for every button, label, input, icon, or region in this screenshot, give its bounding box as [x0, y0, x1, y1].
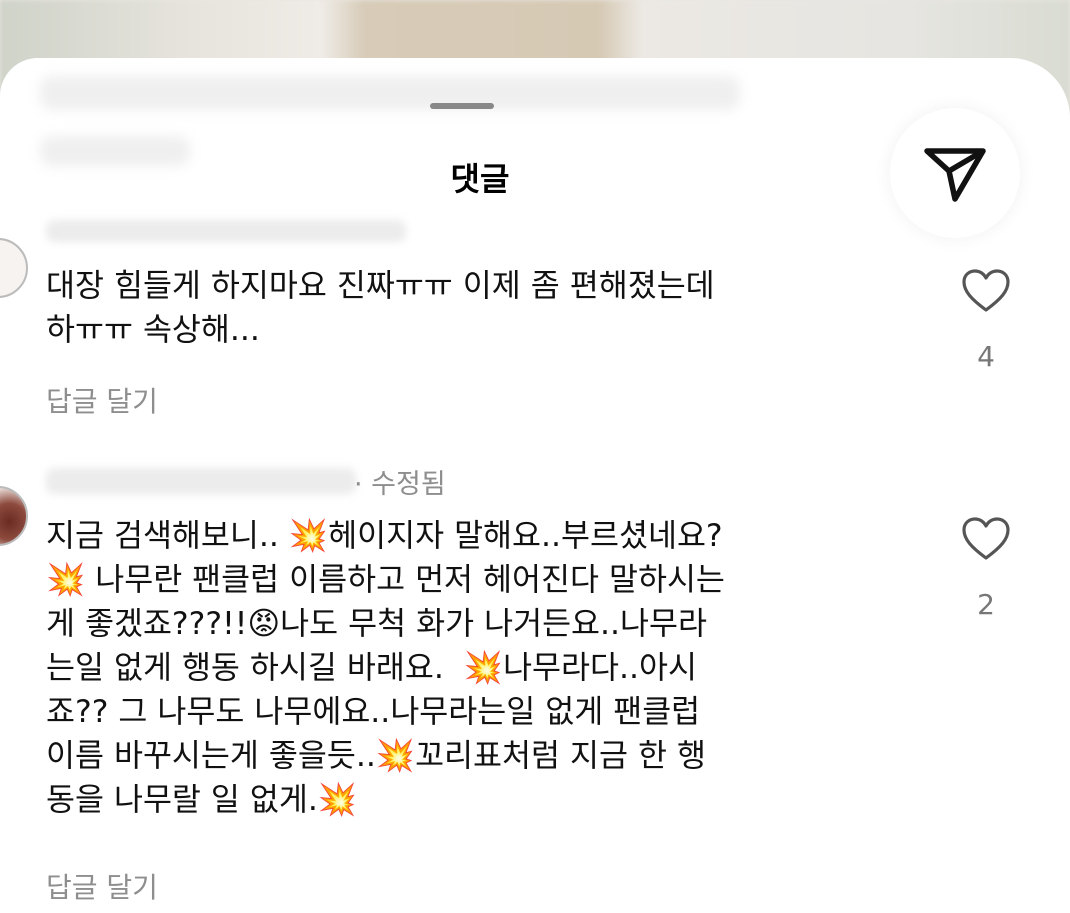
username-blurred[interactable] [46, 220, 406, 242]
edited-label: · 수정됨 [354, 469, 446, 500]
like-button[interactable] [960, 516, 1012, 566]
comment-text: 지금 검색해보니.. 💥헤이지자 말해요..부르셨네요? 💥 나무란 팬클럽 이… [46, 518, 725, 818]
like-count: 2 [977, 588, 995, 621]
username-blurred[interactable] [46, 468, 356, 494]
blurred-caption-line [40, 76, 740, 110]
reply-button[interactable]: 답글 달기 [46, 380, 158, 420]
avatar[interactable] [0, 238, 28, 298]
comment-text: 대장 힘들게 하지마요 진짜ㅠㅠ 이제 좀 편해졌는데 하ㅠㅠ 속상해... [46, 268, 715, 348]
share-button[interactable] [890, 108, 1020, 238]
avatar[interactable] [0, 486, 28, 546]
drag-handle[interactable] [430, 103, 494, 109]
reply-button[interactable]: 답글 달기 [46, 866, 158, 906]
heart-icon [962, 517, 1010, 560]
like-button[interactable] [960, 268, 1012, 318]
heart-icon [962, 269, 1010, 312]
like-count: 4 [977, 340, 995, 373]
comments-sheet: 댓글 대장 힘들게 하지마요 진짜ㅠㅠ 이제 좀 편해졌는데 하ㅠㅠ 속상해..… [0, 58, 1070, 913]
sheet-title: 댓글 [450, 160, 510, 198]
paper-plane-icon [924, 148, 986, 202]
